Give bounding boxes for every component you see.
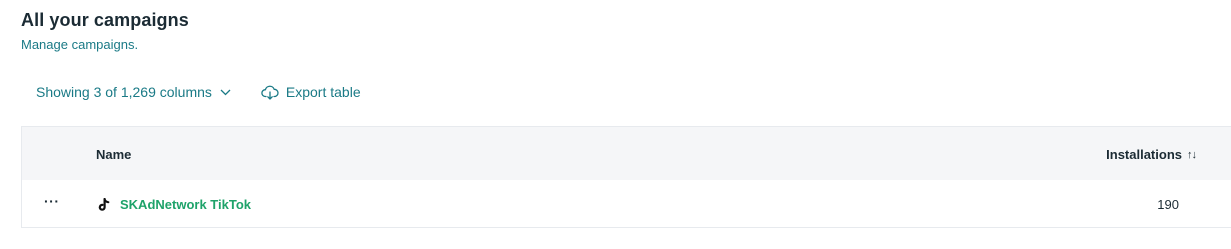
export-table-label: Export table: [285, 84, 361, 100]
campaign-name-link[interactable]: SKAdNetwork TikTok: [97, 197, 251, 212]
row-actions-menu-icon[interactable]: ···: [44, 193, 60, 209]
cloud-download-icon: [261, 85, 279, 100]
table-toolbar: Showing 3 of 1,269 columns Export table: [36, 82, 361, 102]
column-header-installations[interactable]: Installations ↑↓: [1106, 147, 1197, 162]
campaigns-page: All your campaigns Manage campaigns. Sho…: [0, 0, 1231, 249]
sort-icon[interactable]: ↑↓: [1187, 149, 1197, 161]
column-header-installations-label: Installations: [1106, 147, 1182, 162]
installations-value: 190: [1157, 197, 1179, 212]
tiktok-icon: [97, 197, 111, 212]
columns-dropdown-label: Showing 3 of 1,269 columns: [36, 84, 212, 100]
export-table-button[interactable]: Export table: [261, 84, 361, 100]
table-header-row: Name Installations ↑↓: [22, 127, 1231, 180]
page-subtitle: Manage campaigns.: [21, 37, 139, 52]
columns-dropdown-button[interactable]: Showing 3 of 1,269 columns: [36, 84, 231, 100]
campaign-name-label: SKAdNetwork TikTok: [120, 197, 251, 212]
table-row: ··· SKAdNetwork TikTok 190: [22, 180, 1231, 227]
column-header-name[interactable]: Name: [96, 147, 131, 162]
campaigns-table: Name Installations ↑↓ ··· SKAdNetwork Ti…: [21, 126, 1231, 228]
page-title: All your campaigns: [21, 10, 189, 30]
chevron-down-icon: [220, 89, 231, 96]
